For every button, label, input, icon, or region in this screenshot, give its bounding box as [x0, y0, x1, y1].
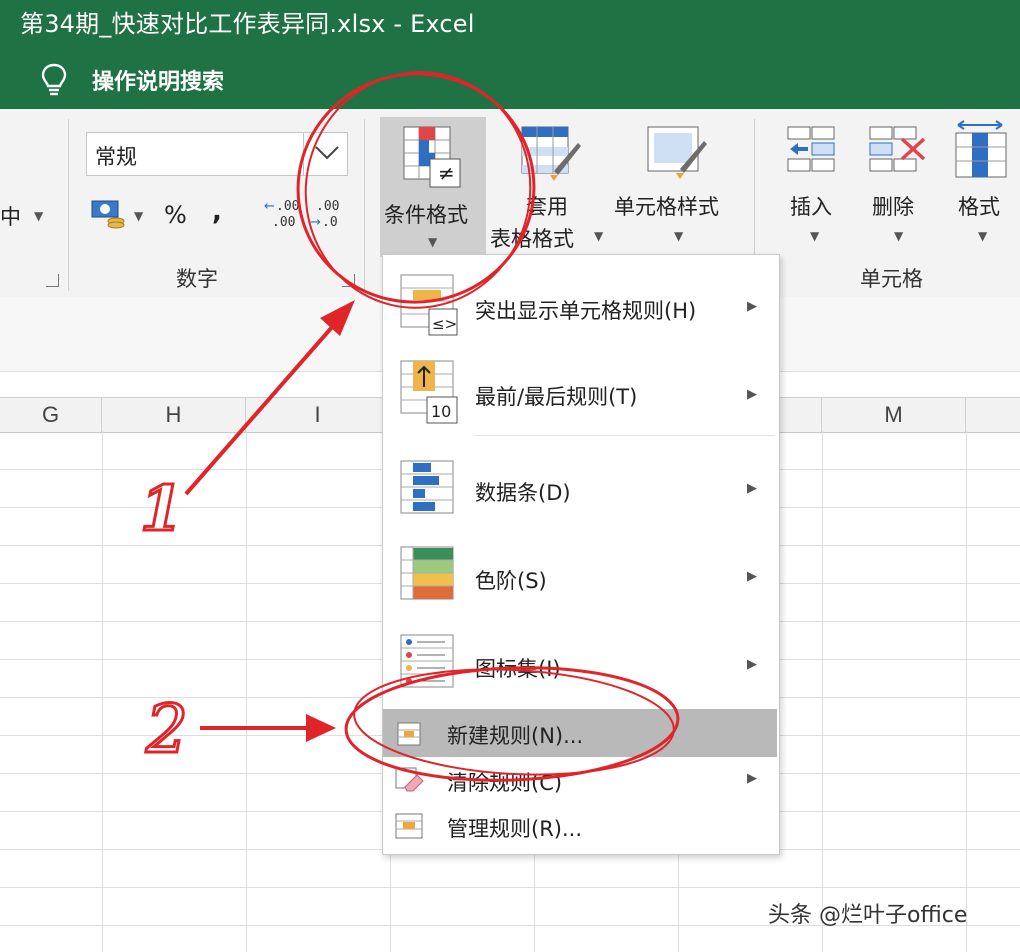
- insert-label[interactable]: 插入: [790, 191, 832, 221]
- menu-label-top-bottom: 最前/最后规则(T): [475, 385, 638, 409]
- align-dropdown-arrow[interactable]: ▼: [34, 209, 43, 223]
- menu-label-highlight: 突出显示单元格规则(H): [475, 299, 697, 323]
- top-bottom-rules-icon: 10: [400, 360, 458, 424]
- column-header-g[interactable]: G: [0, 398, 102, 432]
- format-as-table-icon[interactable]: [520, 125, 582, 185]
- grid-col-line: [246, 431, 247, 952]
- clear-rules-icon: [395, 767, 424, 792]
- group-separator: [364, 119, 365, 291]
- menu-item-new-rule[interactable]: 新建规则(N)...: [383, 709, 777, 757]
- number-format-value: 常规: [95, 145, 137, 169]
- cell-styles-icon[interactable]: [646, 125, 710, 185]
- number-format-dropdown-button[interactable]: [303, 133, 348, 175]
- number-format-select[interactable]: 常规: [86, 132, 348, 176]
- title-bar: 第34期_快速对比工作表异同.xlsx - Excel: [0, 0, 1020, 44]
- menu-item-highlight-cells-rules[interactable]: ≤> 突出显示单元格规则(H) ▶: [383, 261, 777, 351]
- number-group-label: 数字: [176, 267, 218, 291]
- menu-item-color-scales[interactable]: 色阶(S) ▶: [383, 533, 777, 621]
- format-as-table-label-1[interactable]: 套用: [526, 191, 568, 221]
- increase-decimal-button[interactable]: ← .00 .00: [264, 197, 302, 237]
- align-center-button[interactable]: 中: [0, 201, 21, 231]
- format-cells-icon[interactable]: [952, 119, 1012, 185]
- tell-me-bar[interactable]: 操作说明搜索: [0, 44, 1020, 109]
- format-label[interactable]: 格式: [958, 191, 1000, 221]
- menu-label-color-scales: 色阶(S): [475, 569, 547, 593]
- watermark-text: 头条 @烂叶子office: [768, 903, 968, 928]
- lightbulb-icon: [41, 63, 67, 96]
- conditional-formatting-menu: ≤> 突出显示单元格规则(H) ▶ 10 最前/最后规则(T) ▶ 数据条(D)…: [382, 254, 780, 855]
- new-rule-icon: [397, 722, 421, 746]
- menu-label-data-bars: 数据条(D): [475, 481, 571, 505]
- menu-item-clear-rules[interactable]: 清除规则(C) ▶: [383, 757, 777, 805]
- grid-col-line: [966, 431, 967, 952]
- menu-label-clear-rules: 清除规则(C): [447, 771, 563, 795]
- delete-cells-icon[interactable]: [868, 125, 930, 185]
- column-header-i[interactable]: I: [246, 398, 390, 432]
- conditional-formatting-icon: ≠: [403, 126, 461, 188]
- decimal-text: .00: [276, 199, 300, 214]
- menu-item-top-bottom-rules[interactable]: 10 最前/最后规则(T) ▶: [383, 351, 777, 437]
- submenu-arrow-icon: ▶: [747, 569, 757, 584]
- manage-rules-icon: [395, 813, 423, 839]
- caret-down-icon: ▼: [978, 229, 988, 243]
- column-header-h[interactable]: H: [102, 398, 246, 432]
- menu-separator: [475, 435, 775, 436]
- number-dialog-launcher[interactable]: [342, 274, 355, 287]
- grid-col-line: [822, 431, 823, 952]
- grid-col-line: [102, 431, 103, 952]
- less-than-icon-text: ≤>: [432, 315, 457, 333]
- caret-down-icon: ▼: [674, 229, 684, 243]
- grid-row-line: [0, 887, 1020, 888]
- accounting-dropdown-arrow[interactable]: ▼: [134, 209, 143, 223]
- caret-down-icon: ▼: [428, 235, 438, 249]
- percent-style-button[interactable]: %: [164, 201, 187, 229]
- column-header-n[interactable]: [966, 398, 1020, 432]
- column-header-m[interactable]: M: [822, 398, 966, 432]
- menu-label-icon-sets: 图标集(I): [475, 657, 561, 681]
- right-arrow-icon: →: [310, 215, 321, 230]
- menu-label-new-rule: 新建规则(N)...: [447, 724, 584, 748]
- delete-label[interactable]: 删除: [872, 191, 914, 221]
- left-arrow-icon: ←: [264, 199, 275, 214]
- alignment-dialog-launcher[interactable]: [46, 274, 59, 287]
- caret-down-icon: ▼: [810, 229, 820, 243]
- chevron-down-icon: [315, 146, 339, 160]
- data-bars-icon: [400, 460, 454, 514]
- accounting-format-icon[interactable]: [90, 197, 130, 231]
- submenu-arrow-icon: ▶: [747, 657, 757, 672]
- caret-down-icon: ▼: [594, 229, 604, 243]
- decrease-decimal-button[interactable]: .00 → .0: [310, 197, 348, 237]
- group-separator: [68, 119, 69, 291]
- icon-sets-icon: [400, 634, 454, 688]
- window-title: 第34期_快速对比工作表异同.xlsx - Excel: [20, 10, 475, 38]
- format-as-table-label-2[interactable]: 表格格式: [490, 223, 574, 253]
- svg-text:≠: ≠: [438, 161, 455, 185]
- submenu-arrow-icon: ▶: [747, 299, 757, 314]
- tell-me-search[interactable]: 操作说明搜索: [92, 64, 224, 96]
- conditional-formatting-label: 条件格式: [384, 203, 468, 227]
- menu-item-icon-sets[interactable]: 图标集(I) ▶: [383, 621, 777, 707]
- menu-item-data-bars[interactable]: 数据条(D) ▶: [383, 445, 777, 531]
- submenu-arrow-icon: ▶: [747, 481, 757, 496]
- menu-label-manage-rules: 管理规则(R)...: [447, 817, 583, 841]
- color-scales-icon: [400, 546, 454, 600]
- menu-item-manage-rules[interactable]: 管理规则(R)...: [383, 805, 777, 849]
- ten-icon-text: 10: [431, 402, 451, 421]
- submenu-arrow-icon: ▶: [747, 387, 757, 402]
- cells-group-label: 单元格: [860, 267, 923, 291]
- caret-down-icon: ▼: [894, 229, 904, 243]
- submenu-arrow-icon: ▶: [747, 771, 757, 786]
- highlight-cells-rules-icon: ≤>: [400, 274, 458, 336]
- comma-style-button[interactable]: ,: [212, 197, 222, 227]
- insert-cells-icon[interactable]: [786, 125, 842, 185]
- conditional-formatting-button[interactable]: ≠ 条件格式 ▼: [380, 117, 486, 257]
- cell-styles-label[interactable]: 单元格样式: [614, 191, 719, 221]
